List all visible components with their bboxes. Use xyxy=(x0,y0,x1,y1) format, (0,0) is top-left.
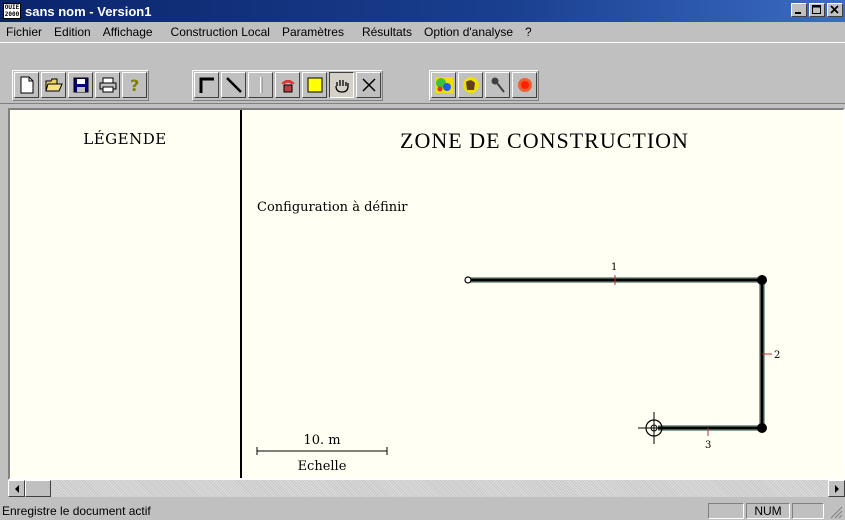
start-node[interactable] xyxy=(464,276,472,284)
delete-tool[interactable] xyxy=(356,72,381,98)
close-button[interactable] xyxy=(827,3,843,17)
color-map-icon xyxy=(434,77,453,93)
wall-corner-icon xyxy=(199,77,214,93)
microphone-tool[interactable] xyxy=(485,72,510,98)
construction-canvas[interactable]: 1 2 3 10. m Echelle xyxy=(10,110,845,480)
scale-value: 10. m xyxy=(303,433,340,448)
window-title: sans nom - Version1 xyxy=(25,3,152,19)
status-panel-scroll xyxy=(792,503,824,519)
scroll-track[interactable] xyxy=(51,480,828,497)
menu-edition[interactable]: Edition xyxy=(48,25,97,39)
color-map-tool[interactable] xyxy=(431,72,456,98)
help-button[interactable]: ? xyxy=(122,72,147,98)
app-icon-line-2: 2000 xyxy=(4,11,20,18)
vertical-line-icon xyxy=(259,77,262,93)
red-target-tool[interactable] xyxy=(512,72,537,98)
app-icon[interactable]: OUIE 2000 xyxy=(3,3,21,19)
segment-label-3: 3 xyxy=(705,440,711,451)
save-button[interactable] xyxy=(68,72,93,98)
construction-tools-group xyxy=(192,70,383,101)
speaker-source-icon xyxy=(280,79,295,93)
svg-text:?: ? xyxy=(130,76,139,94)
status-message: Enregistre le document actif xyxy=(2,503,151,518)
scroll-thumb[interactable] xyxy=(25,480,51,497)
open-folder-icon xyxy=(44,78,63,92)
window-controls xyxy=(791,3,843,17)
resize-grip-icon[interactable] xyxy=(829,505,843,519)
analysis-tools-group xyxy=(429,70,539,101)
menu-affichage[interactable]: Affichage xyxy=(97,25,159,39)
new-file-icon xyxy=(20,76,33,94)
scroll-left-button[interactable] xyxy=(8,480,25,497)
maximize-icon xyxy=(812,5,821,14)
app-icon-line-1: OUIE xyxy=(4,4,20,11)
new-file-button[interactable] xyxy=(14,72,39,98)
listener-head-icon xyxy=(462,77,479,93)
diagonal-line-icon xyxy=(225,77,242,93)
minimize-button[interactable] xyxy=(791,3,807,17)
menu-bar: Fichier Edition Affichage Construction L… xyxy=(0,22,845,42)
menu-option-analyse[interactable]: Option d'analyse xyxy=(418,25,519,39)
corner-node-1[interactable] xyxy=(757,275,767,285)
menu-resultats[interactable]: Résultats xyxy=(356,25,418,39)
arrow-right-icon xyxy=(834,484,839,493)
segment-label-1: 1 xyxy=(611,262,617,273)
yellow-square-tool[interactable] xyxy=(302,72,327,98)
wall-corner-tool[interactable] xyxy=(194,72,219,98)
corner-node-2[interactable] xyxy=(757,423,767,433)
document-view: LÉGENDE ZONE DE CONSTRUCTION Configurati… xyxy=(8,108,845,480)
maximize-button[interactable] xyxy=(809,3,825,17)
scale-label: Echelle xyxy=(298,459,347,474)
menu-help[interactable]: ? xyxy=(519,25,538,39)
arrow-left-icon xyxy=(14,484,19,493)
help-question-icon: ? xyxy=(130,76,139,94)
status-panel-empty xyxy=(708,503,744,519)
print-icon xyxy=(99,77,116,93)
vertical-line-tool[interactable] xyxy=(248,72,273,98)
wall-shadow xyxy=(468,277,765,431)
delete-cross-icon xyxy=(361,78,376,92)
yellow-square-icon xyxy=(307,77,322,93)
toolbar: ? xyxy=(0,42,845,104)
status-bar: Enregistre le document actif NUM xyxy=(0,501,845,520)
close-icon xyxy=(830,5,839,14)
hand-pan-tool[interactable] xyxy=(329,72,354,98)
title-bar[interactable]: OUIE 2000 sans nom - Version1 xyxy=(0,0,845,22)
scale-bar xyxy=(256,447,388,455)
save-disk-icon xyxy=(73,77,88,93)
scroll-right-button[interactable] xyxy=(828,480,845,497)
diagonal-line-tool[interactable] xyxy=(221,72,246,98)
file-tools-group: ? xyxy=(12,70,149,101)
menu-construction-local[interactable]: Construction Local xyxy=(165,25,276,39)
horizontal-scrollbar[interactable] xyxy=(8,480,845,497)
menu-parametres[interactable]: Paramètres xyxy=(276,25,350,39)
minimize-icon xyxy=(795,12,801,14)
segment-label-2: 2 xyxy=(774,350,780,361)
num-lock-indicator: NUM xyxy=(746,503,790,519)
menu-fichier[interactable]: Fichier xyxy=(0,25,48,39)
speaker-source-tool[interactable] xyxy=(275,72,300,98)
print-button[interactable] xyxy=(95,72,120,98)
open-button[interactable] xyxy=(41,72,66,98)
crosshair-cursor-icon xyxy=(638,412,670,444)
microphone-icon xyxy=(491,77,505,93)
hand-pan-icon xyxy=(334,80,349,93)
listener-head-tool[interactable] xyxy=(458,72,483,98)
red-target-icon xyxy=(517,78,532,92)
